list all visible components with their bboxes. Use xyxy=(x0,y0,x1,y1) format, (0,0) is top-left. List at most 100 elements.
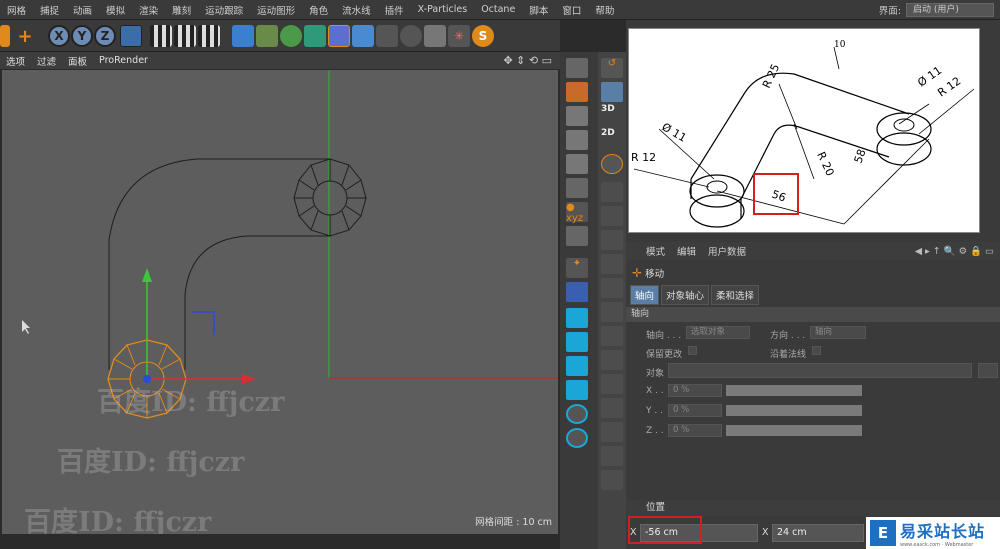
cube-icon[interactable] xyxy=(232,25,254,47)
menu-item[interactable]: 渲染 xyxy=(132,3,165,17)
menu-item[interactable]: 运动跟踪 xyxy=(198,3,250,17)
undo-icon[interactable]: ↺ xyxy=(601,58,623,78)
tool-icon[interactable] xyxy=(601,350,623,370)
live-select-icon[interactable] xyxy=(0,25,10,47)
2d-label[interactable]: 2D xyxy=(601,128,623,148)
menu-item[interactable]: X-Particles xyxy=(411,4,475,15)
tool-icon[interactable] xyxy=(601,446,623,466)
site-logo: E 易采站长站 www.easck.com · Webmaster xyxy=(866,517,1000,549)
attr-menu-edit[interactable]: 编辑 xyxy=(677,244,696,258)
planar-icon[interactable] xyxy=(566,282,588,302)
tool-icon[interactable] xyxy=(601,206,623,226)
axis-select[interactable]: 选取对象 xyxy=(686,326,750,339)
layer-icon[interactable] xyxy=(566,332,588,352)
y-strength-input[interactable]: 0 % xyxy=(668,404,722,417)
menu-item[interactable]: 流水线 xyxy=(335,3,378,17)
tag-icon[interactable] xyxy=(424,25,446,47)
viewport-menu-panel[interactable]: 面板 xyxy=(62,54,93,68)
x-strength-input[interactable]: 0 % xyxy=(668,384,722,397)
render-picture-viewer-icon[interactable] xyxy=(174,25,196,47)
direction-select[interactable]: 轴向 xyxy=(810,326,866,339)
subdivision-icon[interactable] xyxy=(280,25,302,47)
menu-item[interactable]: 运动图形 xyxy=(250,3,302,17)
boole-icon[interactable] xyxy=(566,428,588,448)
tool-icon[interactable] xyxy=(601,326,623,346)
viewport-menu-filter[interactable]: 过滤 xyxy=(31,54,62,68)
along-normal-checkbox[interactable] xyxy=(812,346,821,355)
tool-icon[interactable] xyxy=(601,398,623,418)
keep-changes-checkbox[interactable] xyxy=(688,346,697,355)
attr-nav-icon[interactable]: ◀ ▸ ↑ 🔍 ⚙ 🔒 ▭ xyxy=(915,246,1000,257)
uv-mode-icon[interactable] xyxy=(566,178,588,198)
rotate-icon[interactable] xyxy=(601,154,623,174)
camera-icon[interactable] xyxy=(376,25,398,47)
menu-item[interactable]: 角色 xyxy=(302,3,335,17)
menu-item[interactable]: 插件 xyxy=(378,3,411,17)
view-icon[interactable] xyxy=(601,82,623,102)
y-strength-slider[interactable] xyxy=(726,405,862,416)
pos-x2-input[interactable]: 24 cm xyxy=(772,524,864,542)
menu-item[interactable]: 雕刻 xyxy=(165,3,198,17)
particle-icon[interactable]: ✳ xyxy=(448,25,470,47)
tab-soft-selection[interactable]: 柔和选择 xyxy=(711,285,760,305)
polygons-mode-icon[interactable] xyxy=(566,154,588,174)
menu-item[interactable]: 动画 xyxy=(66,3,99,17)
viewport[interactable]: 百度ID: ffjczr 百度ID: ffjczr 百度ID: ffjczr 网… xyxy=(2,70,558,534)
viewport-nav-icon[interactable]: ✥ ⇕ ⟲ ▭ xyxy=(503,54,560,67)
tool-icon[interactable] xyxy=(601,278,623,298)
z-strength-slider[interactable] xyxy=(726,425,862,436)
scripts-icon[interactable]: S xyxy=(472,25,494,47)
texture-mode-icon[interactable] xyxy=(566,82,588,102)
attr-menu-mode[interactable]: 模式 xyxy=(646,244,665,258)
tool-icon[interactable] xyxy=(601,254,623,274)
layer-icon[interactable] xyxy=(566,380,588,400)
menu-item[interactable]: 模拟 xyxy=(99,3,132,17)
tool-icon[interactable] xyxy=(601,230,623,250)
light-icon[interactable] xyxy=(400,25,422,47)
layer-icon[interactable] xyxy=(566,356,588,376)
render-settings-icon[interactable] xyxy=(198,25,220,47)
layer-icon[interactable] xyxy=(566,308,588,328)
menu-item[interactable]: 窗口 xyxy=(555,3,588,17)
axis-z-button[interactable]: Z xyxy=(94,25,116,47)
3d-label[interactable]: 3D xyxy=(601,104,623,124)
grid-spacing-label: 网格间距 : 10 cm xyxy=(475,517,552,528)
attr-menu-userdata[interactable]: 用户数据 xyxy=(708,244,746,258)
menu-item[interactable]: 捕捉 xyxy=(33,3,66,17)
attr-tabs: 轴向 对象轴心 柔和选择 xyxy=(630,285,761,305)
cloner-icon[interactable] xyxy=(304,25,326,47)
snap-icon[interactable]: ✦ xyxy=(566,258,588,278)
pen-icon[interactable] xyxy=(256,25,278,47)
points-mode-icon[interactable] xyxy=(566,106,588,126)
tool-icon[interactable] xyxy=(601,374,623,394)
edges-mode-icon[interactable] xyxy=(566,130,588,150)
tool-icon[interactable] xyxy=(601,470,623,490)
viewport-menu-options[interactable]: 选项 xyxy=(0,54,31,68)
menu-item[interactable]: 帮助 xyxy=(588,3,621,17)
tab-axis[interactable]: 轴向 xyxy=(630,285,660,305)
viewport-menu-prorender[interactable]: ProRender xyxy=(93,55,154,66)
floor-icon[interactable] xyxy=(352,25,374,47)
tab-object-axis[interactable]: 对象轴心 xyxy=(661,285,710,305)
render-view-icon[interactable] xyxy=(150,25,172,47)
boole-icon[interactable] xyxy=(566,404,588,424)
menu-item[interactable]: Octane xyxy=(474,4,522,15)
menu-item[interactable]: 网格 xyxy=(0,3,33,17)
tool-icon[interactable] xyxy=(601,422,623,442)
tool-icon[interactable] xyxy=(601,302,623,322)
model-mode-icon[interactable] xyxy=(566,58,588,78)
z-strength-input[interactable]: 0 % xyxy=(668,424,722,437)
object-link-field[interactable] xyxy=(668,363,972,378)
axis-y-button[interactable]: Y xyxy=(71,25,93,47)
tool-icon[interactable] xyxy=(601,182,623,202)
deformer-icon[interactable] xyxy=(328,25,350,47)
add-move-icon[interactable]: + xyxy=(14,25,36,47)
object-pick-button[interactable] xyxy=(978,363,998,378)
x-strength-slider[interactable] xyxy=(726,385,862,396)
coordinate-system-icon[interactable] xyxy=(120,25,142,47)
tweak-mode-icon[interactable] xyxy=(566,226,588,246)
axis-mode-icon[interactable]: ● xyz xyxy=(566,202,588,224)
menu-item[interactable]: 脚本 xyxy=(522,3,555,17)
layout-select[interactable]: 启动 (用户) xyxy=(906,2,994,17)
axis-x-button[interactable]: X xyxy=(48,25,70,47)
